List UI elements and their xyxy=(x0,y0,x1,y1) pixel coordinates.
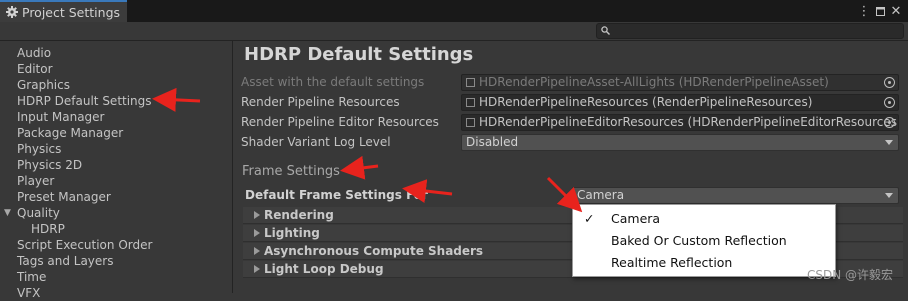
search-input[interactable] xyxy=(596,23,904,39)
tab-title: Project Settings xyxy=(22,4,121,20)
sidebar-item-audio[interactable]: Audio xyxy=(17,45,51,61)
asset-default-settings-value: HDRenderPipelineAsset-AllLights (HDRende… xyxy=(479,75,829,89)
chevron-right-icon xyxy=(254,265,260,273)
kebab-menu-icon[interactable]: ⋮ xyxy=(856,3,872,19)
sidebar-item-quality[interactable]: Quality xyxy=(17,205,60,221)
object-picker-icon[interactable] xyxy=(884,97,895,108)
sidebar-item-editor[interactable]: Editor xyxy=(17,61,53,77)
checkmark-icon: ✓ xyxy=(584,211,595,226)
foldout-label: Light Loop Debug xyxy=(264,262,384,276)
asset-icon xyxy=(466,98,475,107)
menu-item-camera[interactable]: Camera xyxy=(611,211,660,226)
chevron-down-icon xyxy=(885,140,893,145)
foldout-label: Lighting xyxy=(264,226,320,240)
sidebar-item-hdrp[interactable]: HDRP xyxy=(31,221,65,237)
shader-variant-log-level-label: Shader Variant Log Level xyxy=(241,135,391,149)
maximize-icon[interactable] xyxy=(872,3,888,19)
page-title: HDRP Default Settings xyxy=(244,44,474,65)
chevron-right-icon xyxy=(254,247,260,255)
sidebar-item-vfx[interactable]: VFX xyxy=(17,285,40,301)
render-pipeline-editor-resources-label: Render Pipeline Editor Resources xyxy=(241,115,439,129)
shader-variant-log-level-value: Disabled xyxy=(466,135,519,149)
sidebar-item-input-manager[interactable]: Input Manager xyxy=(17,109,105,125)
tab-project-settings[interactable]: Project Settings xyxy=(0,0,127,22)
chevron-down-icon xyxy=(885,193,893,198)
gear-icon xyxy=(6,6,18,18)
render-pipeline-resources-value: HDRenderPipelineResources (RenderPipelin… xyxy=(479,95,813,109)
sidebar-item-physics-2d[interactable]: Physics 2D xyxy=(17,157,82,173)
foldout-arrow-icon[interactable]: ▼ xyxy=(4,208,11,218)
render-pipeline-editor-resources-field[interactable]: HDRenderPipelineEditorResources (HDRende… xyxy=(461,114,899,131)
foldout-label: Rendering xyxy=(264,208,334,222)
sidebar-item-tags-and-layers[interactable]: Tags and Layers xyxy=(17,253,113,269)
sidebar-item-preset-manager[interactable]: Preset Manager xyxy=(17,189,111,205)
asset-default-settings-field[interactable]: HDRenderPipelineAsset-AllLights (HDRende… xyxy=(461,74,899,91)
sidebar-item-player[interactable]: Player xyxy=(17,173,54,189)
chevron-right-icon xyxy=(254,211,260,219)
object-picker-icon[interactable] xyxy=(884,117,895,128)
render-pipeline-resources-label: Render Pipeline Resources xyxy=(241,95,400,109)
watermark: CSDN @许毅宏 xyxy=(806,268,893,282)
menu-item-baked-or-custom-reflection[interactable]: Baked Or Custom Reflection xyxy=(611,233,787,248)
asset-default-settings-label: Asset with the default settings xyxy=(241,75,425,89)
render-pipeline-resources-field[interactable]: HDRenderPipelineResources (RenderPipelin… xyxy=(461,94,899,111)
default-frame-settings-value: Camera xyxy=(577,188,625,202)
sidebar-item-graphics[interactable]: Graphics xyxy=(17,77,70,93)
toolbar xyxy=(0,22,908,41)
menu-item-realtime-reflection[interactable]: Realtime Reflection xyxy=(611,255,732,270)
sidebar-item-package-manager[interactable]: Package Manager xyxy=(17,125,123,141)
render-pipeline-editor-resources-value: HDRenderPipelineEditorResources (HDRende… xyxy=(479,115,899,129)
sidebar-item-physics[interactable]: Physics xyxy=(17,141,61,157)
search-icon xyxy=(601,26,610,35)
sidebar-item-time[interactable]: Time xyxy=(17,269,46,285)
asset-icon xyxy=(466,78,475,87)
frame-settings-popup-menu: ✓ Camera Baked Or Custom Reflection Real… xyxy=(572,204,836,277)
chevron-right-icon xyxy=(254,229,260,237)
sidebar-item-script-execution-order[interactable]: Script Execution Order xyxy=(17,237,152,253)
object-picker-icon[interactable] xyxy=(884,77,895,88)
shader-variant-log-level-dropdown[interactable]: Disabled xyxy=(461,134,899,151)
foldout-label: Asynchronous Compute Shaders xyxy=(264,244,484,258)
frame-settings-title: Frame Settings xyxy=(242,164,340,179)
settings-sidebar: Audio Editor Graphics HDRP Default Setti… xyxy=(0,41,233,300)
sidebar-item-hdrp-default-settings[interactable]: HDRP Default Settings xyxy=(17,93,152,109)
window-titlebar: Project Settings ⋮ ✕ xyxy=(0,0,908,22)
asset-icon xyxy=(466,118,475,127)
default-frame-settings-dropdown[interactable]: Camera xyxy=(572,187,899,204)
close-icon[interactable]: ✕ xyxy=(888,3,904,19)
default-frame-settings-label: Default Frame Settings For xyxy=(245,188,428,202)
